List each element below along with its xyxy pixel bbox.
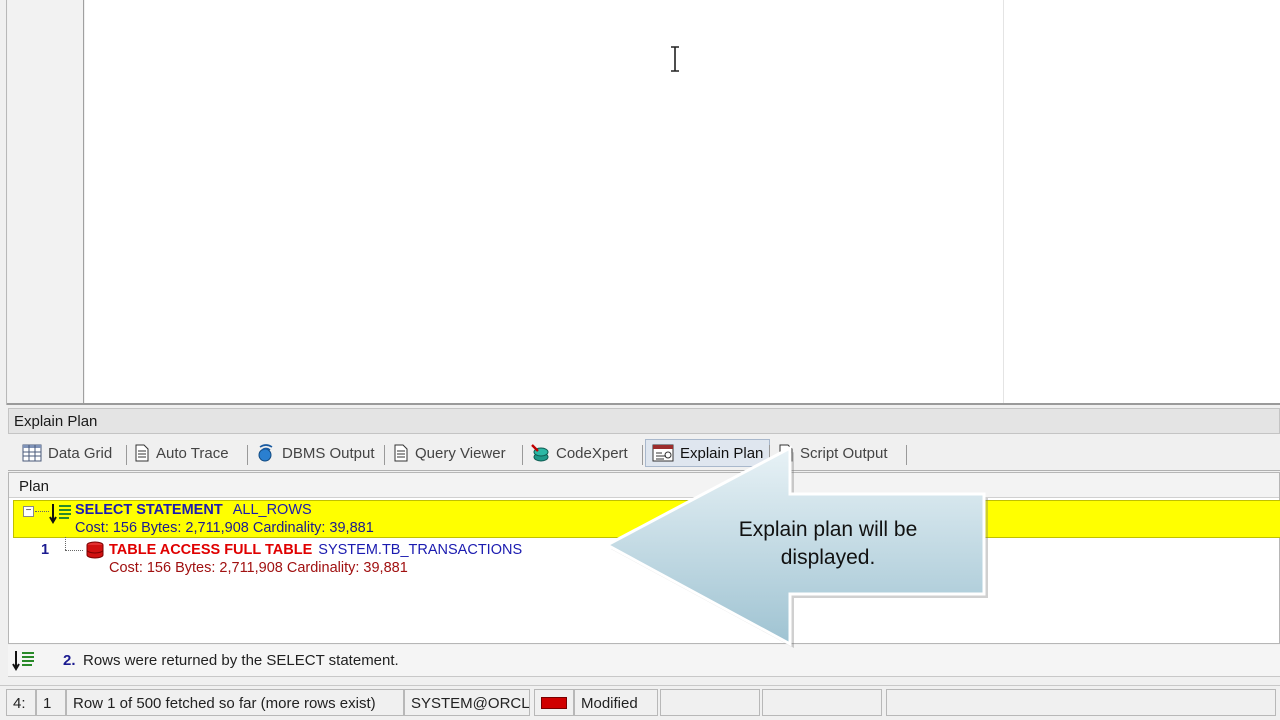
callout-line-1: Explain plan will be	[738, 518, 918, 541]
tab-data-grid[interactable]: Data Grid	[16, 439, 118, 467]
status-fetch-info: Row 1 of 500 fetched so far (more rows e…	[66, 689, 404, 716]
status-line: 4:	[6, 689, 36, 716]
tab-label: Query Viewer	[415, 444, 506, 462]
plan-row-0-line-1: SELECT STATEMENT ALL_ROWS	[75, 502, 312, 518]
tree-connector	[65, 550, 83, 551]
collapse-toggle-icon[interactable]: −	[23, 506, 34, 517]
tab-separator	[384, 445, 385, 465]
editor-left-strip	[0, 0, 7, 405]
connection-color-icon	[541, 697, 567, 709]
tab-dbms-output[interactable]: DBMS Output	[250, 439, 381, 467]
line-number-gutter	[8, 0, 84, 403]
tab-label: Auto Trace	[156, 444, 229, 462]
text-cursor-icon	[671, 46, 679, 72]
callout-line-2: displayed.	[780, 546, 876, 569]
plan-object: SYSTEM.TB_TRANSACTIONS	[318, 542, 523, 558]
plan-row-1-line-1: TABLE ACCESS FULL TABLE SYSTEM.TB_TRANSA…	[109, 542, 522, 558]
toad-window: Explain Plan Data Grid Auto Trace DBMS O…	[0, 0, 1280, 720]
table-icon	[86, 541, 104, 559]
select-statement-icon	[12, 651, 34, 671]
sql-editor	[0, 0, 1280, 405]
select-statement-icon	[49, 504, 71, 524]
callout-text: Explain plan will be displayed.	[700, 516, 956, 572]
tab-separator	[522, 445, 523, 465]
tab-separator	[126, 445, 127, 465]
tab-label: Data Grid	[48, 444, 113, 462]
status-empty-cell	[762, 689, 882, 716]
status-empty-cell	[886, 689, 1276, 716]
document-icon	[135, 444, 149, 462]
dbms-output-icon	[258, 444, 273, 462]
tree-connector	[35, 511, 49, 512]
plan-operation: SELECT STATEMENT	[75, 502, 223, 518]
plan-operation: TABLE ACCESS FULL TABLE	[109, 542, 313, 558]
tab-separator	[247, 445, 248, 465]
tab-label: DBMS Output	[282, 444, 375, 462]
splitter[interactable]	[7, 403, 1280, 405]
plan-row-0-details: Cost: 156 Bytes: 2,711,908 Cardinality: …	[75, 520, 374, 536]
panel-title: Explain Plan	[8, 408, 1280, 434]
plan-row-number: 1	[41, 542, 50, 558]
status-bar: 4: 1 Row 1 of 500 fetched so far (more r…	[0, 685, 1280, 720]
right-margin-line	[1003, 0, 1004, 403]
plan-option: ALL_ROWS	[232, 502, 312, 518]
grid-icon	[22, 444, 42, 462]
message-text: Rows were returned by the SELECT stateme…	[83, 652, 399, 669]
status-column: 1	[36, 689, 66, 716]
message-number: 2.	[63, 652, 76, 669]
document-icon	[394, 444, 408, 462]
tab-auto-trace[interactable]: Auto Trace	[128, 439, 235, 467]
status-connection[interactable]: SYSTEM@ORCL	[404, 689, 530, 716]
status-empty-cell	[660, 689, 760, 716]
status-modified: Modified	[574, 689, 658, 716]
tab-query-viewer[interactable]: Query Viewer	[387, 439, 512, 467]
codexpert-icon	[531, 444, 549, 462]
tree-connector	[65, 537, 66, 550]
plan-row-1-details: Cost: 156 Bytes: 2,711,908 Cardinality: …	[109, 560, 408, 576]
editor-text-area[interactable]	[85, 0, 1280, 403]
